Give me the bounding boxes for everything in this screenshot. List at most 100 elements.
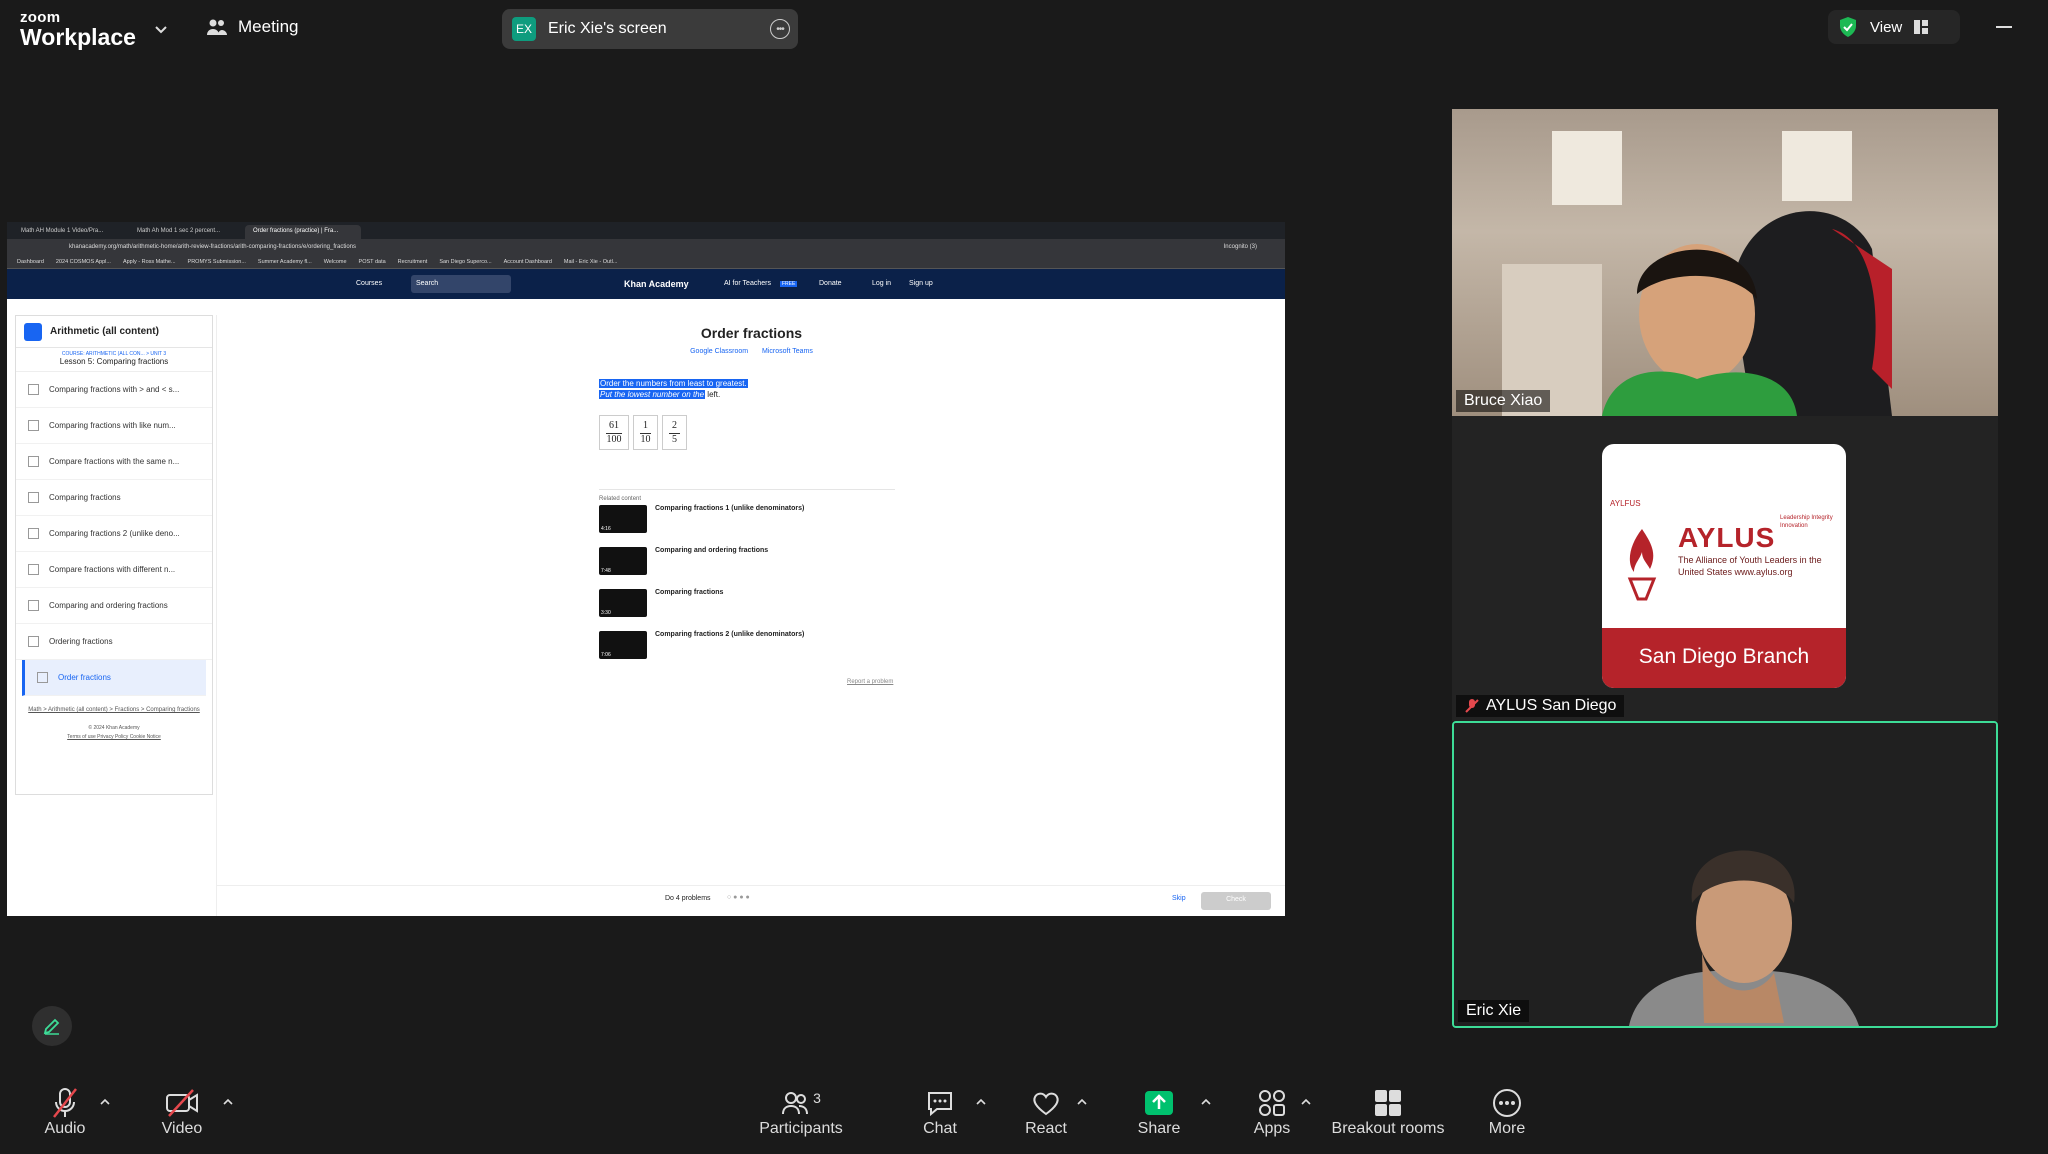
lesson-item-label: Comparing fractions with like num...	[49, 421, 176, 430]
bookmark[interactable]: Recruitment	[398, 259, 428, 265]
browser-tab[interactable]: Math AH Module 1 Video/Pra...	[13, 225, 129, 239]
browser-tab[interactable]: Math Ah Mod 1 sec 2 percent...	[129, 225, 245, 239]
bookmarks-bar: Dashboard 2024 COSMOS Appl... Apply - Ro…	[7, 255, 1285, 269]
view-button[interactable]: View	[1828, 10, 1960, 44]
react-options-caret-icon[interactable]	[1076, 1096, 1088, 1108]
video-tile-bruce[interactable]: Bruce Xiao	[1452, 109, 1998, 416]
chat-options-caret-icon[interactable]	[975, 1096, 987, 1108]
video-thumbnail: 4:16	[599, 505, 647, 533]
related-video[interactable]: 7:06 Comparing fractions 2 (unlike denomi…	[599, 631, 804, 659]
google-classroom-link[interactable]: Google Classroom	[690, 348, 748, 355]
minimize-icon[interactable]	[1996, 26, 2012, 28]
video-options-caret-icon[interactable]	[222, 1096, 234, 1108]
lesson-item[interactable]: Ordering fractions	[16, 624, 212, 660]
bookmark[interactable]: Apply - Ross Mathe...	[123, 259, 176, 265]
camera-feed-image	[1454, 723, 1996, 1026]
legal-links[interactable]: Terms of use Privacy Policy Cookie Notic…	[16, 734, 212, 740]
chevron-down-icon[interactable]	[152, 20, 170, 38]
more-options-icon[interactable]: •••	[770, 19, 790, 39]
lesson-item[interactable]: Comparing fractions with > and < s...	[16, 372, 212, 408]
address-bar[interactable]: khanacademy.org/math/arithmetic-home/ari…	[7, 239, 1285, 255]
ai-teachers-link[interactable]: AI for Teachers	[724, 280, 771, 287]
lesson-item[interactable]: Compare fractions with different n...	[16, 552, 212, 588]
screen-share-pill[interactable]: EX Eric Xie's screen •••	[502, 9, 798, 49]
course-sidebar: Arithmetic (all content) COURSE: ARITHME…	[15, 315, 213, 795]
lesson-item[interactable]: Comparing and ordering fractions	[16, 588, 212, 624]
khan-search-input[interactable]: Search	[411, 275, 511, 293]
donate-link[interactable]: Donate	[819, 280, 842, 287]
lesson-item-label: Comparing fractions with > and < s...	[49, 385, 180, 394]
bookmark[interactable]: Dashboard	[17, 259, 44, 265]
bookmark[interactable]: Summer Academy fl...	[258, 259, 312, 265]
course-icon	[24, 322, 42, 341]
breakout-rooms-button[interactable]: Breakout rooms	[1330, 1086, 1446, 1138]
participant-name-bruce: Bruce Xiao	[1456, 390, 1551, 412]
related-video[interactable]: 4:16 Comparing fractions 1 (unlike denomi…	[599, 505, 804, 533]
course-title: Arithmetic (all content)	[50, 326, 159, 337]
chat-button[interactable]: Chat	[920, 1086, 960, 1138]
browser-tab-active[interactable]: Order fractions (practice) | Fra...	[245, 225, 361, 239]
check-button[interactable]: Check	[1201, 892, 1271, 910]
microsoft-teams-link[interactable]: Microsoft Teams	[762, 348, 813, 355]
meeting-menu[interactable]: Meeting	[206, 17, 298, 37]
share-button[interactable]: Share	[1136, 1086, 1182, 1138]
bookmark[interactable]: PROMYS Submission...	[188, 259, 246, 265]
more-icon	[1493, 1089, 1521, 1117]
video-button[interactable]: Video	[156, 1086, 208, 1138]
bookmark[interactable]: 2024 COSMOS Appl...	[56, 259, 111, 265]
share-options-caret-icon[interactable]	[1200, 1096, 1212, 1108]
fraction-card[interactable]: 61 100	[599, 415, 629, 450]
share-screen-icon	[1145, 1091, 1173, 1115]
more-button[interactable]: More	[1486, 1086, 1528, 1138]
video-icon	[28, 492, 39, 503]
audio-button[interactable]: Audio	[38, 1086, 92, 1138]
logo-workplace-text: Workplace	[20, 24, 136, 50]
lesson-item-selected[interactable]: Order fractions	[22, 660, 206, 696]
denominator: 10	[640, 434, 651, 445]
lesson-item[interactable]: Comparing fractions	[16, 480, 212, 516]
camera-off-icon	[166, 1089, 198, 1117]
course-header[interactable]: Arithmetic (all content)	[16, 316, 212, 348]
related-video[interactable]: 7:48 Comparing and ordering fractions	[599, 547, 768, 575]
courses-menu[interactable]: Courses	[356, 280, 382, 287]
annotate-button[interactable]	[32, 1006, 72, 1046]
aylus-small-text: AYLFUS	[1610, 499, 1641, 508]
fraction-card[interactable]: 1 10	[633, 415, 658, 450]
lesson-item[interactable]: Compare fractions with the same n...	[16, 444, 212, 480]
participants-icon	[782, 1092, 809, 1115]
participants-button[interactable]: 3 Participants	[758, 1086, 844, 1138]
bookmark[interactable]: San Diego Supercо...	[439, 259, 491, 265]
fraction-cards: 61 100 1 10 25	[599, 415, 687, 450]
bookmark[interactable]: Welcome	[324, 259, 347, 265]
breadcrumb[interactable]: Math > Arithmetic (all content) > Fracti…	[16, 696, 212, 725]
lesson-item-label: Compare fractions with different n...	[49, 565, 176, 574]
apps-options-caret-icon[interactable]	[1300, 1096, 1312, 1108]
aylus-logo: AYLFUS AYLUS Leadership Integrity Innova…	[1602, 444, 1846, 688]
bookmark[interactable]: POST data	[359, 259, 386, 265]
signup-link[interactable]: Sign up	[909, 280, 933, 287]
shield-check-icon	[1840, 17, 1856, 37]
lesson-item[interactable]: Comparing fractions 2 (unlike deno...	[16, 516, 212, 552]
lesson-item[interactable]: Comparing fractions with like num...	[16, 408, 212, 444]
bookmark[interactable]: Account Dashboard	[504, 259, 552, 265]
duration: 4:16	[601, 526, 611, 532]
video-tile-aylus[interactable]: AYLFUS AYLUS Leadership Integrity Innova…	[1452, 416, 1998, 721]
camera-feed-image	[1502, 131, 1892, 416]
exercise-icon	[28, 564, 39, 575]
fraction-card[interactable]: 25	[662, 415, 687, 450]
video-icon	[28, 420, 39, 431]
video-tile-eric-active[interactable]: Eric Xie	[1452, 721, 1998, 1028]
lesson-title: Lesson 5: Comparing fractions	[59, 357, 169, 366]
audio-options-caret-icon[interactable]	[99, 1096, 111, 1108]
lesson-item-label: Comparing and ordering fractions	[49, 601, 168, 610]
bookmark[interactable]: Mail - Eric Xie - Outl...	[564, 259, 617, 265]
related-video[interactable]: 3:30 Comparing fractions	[599, 589, 723, 617]
login-link[interactable]: Log in	[872, 280, 891, 287]
khan-logo[interactable]: Khan Academy	[624, 279, 689, 289]
apps-button[interactable]: Apps	[1252, 1086, 1292, 1138]
react-button[interactable]: React	[1024, 1086, 1068, 1138]
skip-button[interactable]: Skip	[1172, 895, 1186, 902]
shared-screen: Math AH Module 1 Video/Pra... Math Ah Mo…	[7, 222, 1285, 916]
report-problem-link[interactable]: Report a problem	[847, 679, 893, 685]
react-label: React	[1025, 1120, 1067, 1137]
